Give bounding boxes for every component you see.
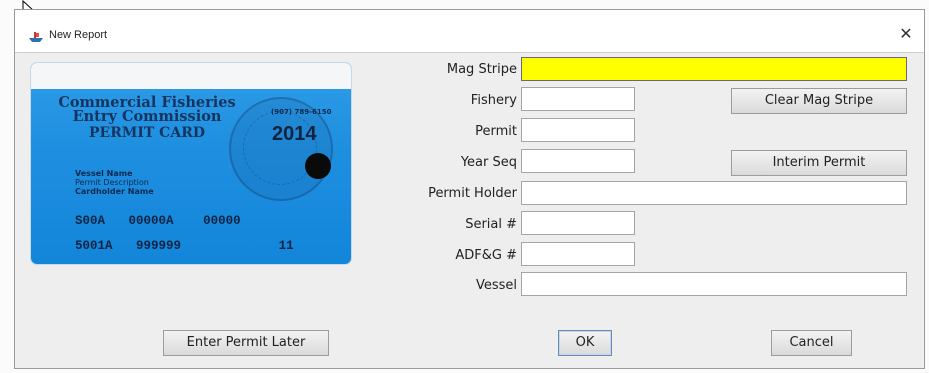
- vessel-label: Vessel: [475, 278, 517, 293]
- card-row1-col3: 00000: [203, 214, 241, 228]
- interim-permit-button[interactable]: Interim Permit: [731, 150, 907, 176]
- card-title: Commercial Fisheries Entry Commission PE…: [47, 95, 247, 141]
- mag-stripe-label: Mag Stripe: [446, 62, 517, 77]
- card-permit-description: Permit Description: [75, 178, 149, 187]
- year-seq-field[interactable]: [521, 149, 635, 173]
- card-phone: (907) 789-6150: [271, 108, 332, 116]
- ok-button[interactable]: OK: [558, 330, 612, 356]
- adfg-label: ADF&G #: [455, 248, 517, 263]
- card-row1-col1: S00A: [75, 214, 106, 228]
- card-row-1: S00A 00000A 00000: [75, 214, 241, 228]
- permit-field[interactable]: [521, 118, 635, 142]
- fishery-field[interactable]: [521, 87, 635, 111]
- card-row2-col2: 999999: [136, 239, 182, 253]
- fishing-boat-icon: [29, 32, 43, 42]
- clear-mag-stripe-button[interactable]: Clear Mag Stripe: [731, 88, 907, 114]
- year-seq-label: Year Seq: [460, 155, 517, 170]
- serial-label: Serial #: [465, 217, 517, 232]
- card-hole: [305, 153, 331, 179]
- mag-stripe-field[interactable]: [521, 57, 907, 81]
- permit-holder-field[interactable]: [521, 181, 907, 205]
- card-year: 2014: [272, 123, 317, 145]
- permit-holder-label: Permit Holder: [428, 186, 517, 201]
- cancel-button[interactable]: Cancel: [771, 330, 852, 356]
- title-bar: New Report ✕: [15, 10, 924, 53]
- enter-permit-later-button[interactable]: Enter Permit Later: [163, 330, 329, 356]
- permit-card-image: Commercial Fisheries Entry Commission PE…: [31, 63, 351, 264]
- card-row1-col2: 00000A: [128, 214, 174, 228]
- card-cardholder-name: Cardholder Name: [75, 187, 154, 196]
- card-vessel-name: Vessel Name: [75, 169, 133, 178]
- card-top-strip: [31, 63, 351, 89]
- window-title: New Report: [49, 29, 108, 41]
- adfg-field[interactable]: [521, 242, 635, 266]
- card-row2-col1: 5001A: [75, 239, 113, 253]
- card-details: Vessel Name Permit Description Cardholde…: [75, 169, 154, 196]
- vessel-field[interactable]: [521, 272, 907, 296]
- card-row-2: 5001A 999999 11: [75, 239, 294, 253]
- card-row2-col3: 11: [278, 239, 294, 253]
- fishery-label: Fishery: [470, 93, 517, 108]
- new-report-dialog: New Report ✕ Commercial Fisheries Entry …: [14, 9, 925, 369]
- permit-label: Permit: [475, 124, 517, 139]
- card-title-line3: PERMIT CARD: [89, 125, 205, 141]
- close-icon[interactable]: ✕: [896, 24, 916, 44]
- card-title-line2: Entry Commission: [72, 108, 222, 125]
- serial-field[interactable]: [521, 211, 635, 235]
